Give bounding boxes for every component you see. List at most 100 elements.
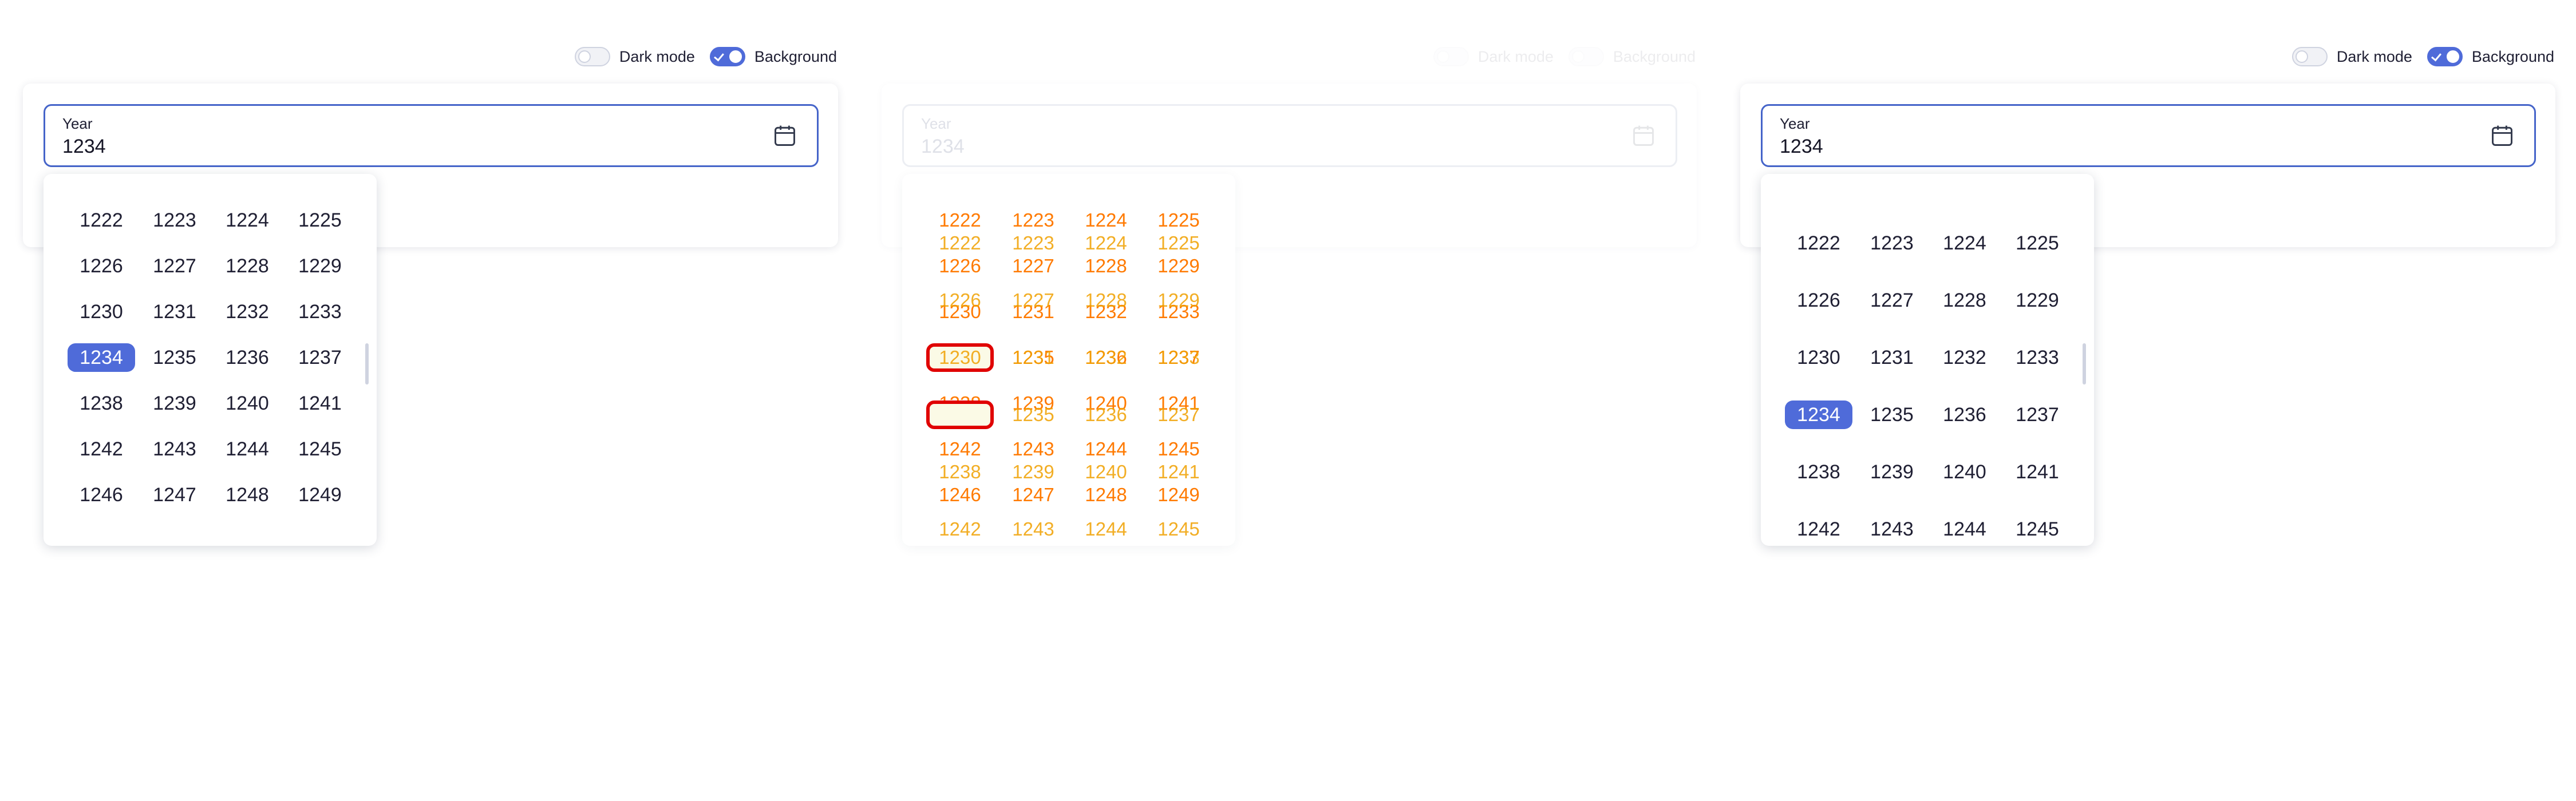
year-option[interactable]: 1240 [1072,458,1140,486]
year-option[interactable]: 1243 [141,435,208,463]
year-option[interactable]: 1237 [286,343,354,372]
year-option[interactable]: 1230 [68,298,135,326]
year-option[interactable]: 1227 [141,252,208,280]
year-option[interactable]: 1223 [1858,229,1926,257]
calendar-icon[interactable] [772,123,797,148]
background-switch[interactable] [709,47,745,66]
year-field-value[interactable]: 1234 [1780,136,1823,158]
background-label: Background [1613,47,1696,65]
year-option[interactable]: 1236 [1931,400,1998,429]
year-option[interactable]: 1241 [1145,458,1212,486]
year-option[interactable]: 1242 [68,435,135,463]
year-option[interactable]: 1227 [1858,286,1926,315]
year-option[interactable]: 1245 [1145,515,1212,544]
year-option[interactable]: 1222 [1785,229,1852,257]
year-option[interactable]: 1239 [141,389,208,418]
calendar-icon[interactable] [2490,123,2515,148]
year-option[interactable]: 1233 [1145,343,1212,372]
year-option[interactable]: 1232 [1931,343,1998,372]
year-option[interactable]: 1242 [926,515,994,544]
year-option[interactable]: 1223 [999,229,1067,257]
year-option[interactable]: 1236 [1072,400,1140,429]
year-option[interactable]: 1238 [1785,458,1852,486]
year-option[interactable]: 1225 [2004,229,2071,257]
year-option[interactable]: 1228 [1931,286,1998,315]
dark-mode-switch[interactable] [2291,47,2328,66]
year-option[interactable]: 1224 [1931,229,1998,257]
year-option[interactable]: 1228 [1072,286,1140,315]
scrollbar[interactable] [2083,343,2086,384]
year-option[interactable]: 1229 [1145,286,1212,315]
year-option[interactable]: 1235 [141,343,208,372]
year-option[interactable]: 1245 [2004,515,2071,544]
year-option[interactable]: 1246 [68,481,135,509]
year-option[interactable]: 1248 [214,481,281,509]
year-option[interactable]: 1243 [1858,515,1926,544]
calendar-icon[interactable] [1631,123,1656,148]
year-option[interactable]: 1223 [141,206,208,235]
year-option[interactable]: 1226 [926,286,994,315]
year-option[interactable]: 1231 [141,298,208,326]
dark-mode-switch[interactable] [1433,47,1469,66]
year-option[interactable]: 1235 [999,400,1067,429]
background-toggle[interactable]: Background [1568,47,1696,66]
year-option[interactable]: 1225 [1145,229,1212,257]
year-option[interactable]: 1235 [1858,400,1926,429]
year-option[interactable]: 1237 [2004,400,2071,429]
year-option[interactable]: 1231 [1858,343,1926,372]
background-toggle[interactable]: Background [2427,47,2554,66]
year-field-value[interactable]: 1234 [921,136,965,158]
year-option[interactable]: 1238 [926,458,994,486]
year-option[interactable]: 1225 [286,206,354,235]
year-option[interactable]: 1244 [1072,515,1140,544]
year-option[interactable]: 1229 [2004,286,2071,315]
year-option[interactable]: 1243 [999,515,1067,544]
year-option[interactable]: 1249 [286,481,354,509]
year-option[interactable]: 1236 [214,343,281,372]
year-option[interactable]: 1226 [68,252,135,280]
year-option[interactable]: 1224 [214,206,281,235]
year-option[interactable]: 1233 [2004,343,2071,372]
year-option[interactable]: 1240 [214,389,281,418]
year-field-value[interactable]: 1234 [62,136,106,158]
background-switch[interactable] [1568,47,1604,66]
year-option[interactable]: 1232 [1072,343,1140,372]
year-option[interactable]: 1234 [926,400,994,429]
year-field[interactable]: Year 1234 [1761,104,2536,167]
year-option[interactable]: 1239 [1858,458,1926,486]
year-option[interactable]: 1231 [999,343,1067,372]
year-option[interactable]: 1241 [286,389,354,418]
year-option[interactable]: 1238 [68,389,135,418]
year-option[interactable]: 1226 [1785,286,1852,315]
year-field[interactable]: Year 1234 [44,104,819,167]
year-option[interactable]: 1227 [999,286,1067,315]
year-option[interactable]: 1232 [214,298,281,326]
year-option[interactable]: 1241 [2004,458,2071,486]
year-option[interactable]: 1229 [286,252,354,280]
year-option[interactable]: 1234 [68,343,135,372]
year-option[interactable]: 1244 [1931,515,1998,544]
dark-mode-toggle[interactable]: Dark mode [2291,47,2412,66]
year-option[interactable]: 1230 [926,343,994,372]
year-option[interactable]: 1222 [926,229,994,257]
dark-mode-toggle[interactable]: Dark mode [574,47,695,66]
year-option[interactable]: 1247 [141,481,208,509]
scrollbar[interactable] [365,343,369,384]
dark-mode-switch[interactable] [574,47,610,66]
year-option[interactable]: 1245 [286,435,354,463]
year-option[interactable]: 1222 [68,206,135,235]
year-option[interactable]: 1239 [999,458,1067,486]
background-toggle[interactable]: Background [709,47,837,66]
background-switch[interactable] [2427,47,2463,66]
year-option[interactable]: 1233 [286,298,354,326]
year-option[interactable]: 1242 [1785,515,1852,544]
year-field[interactable]: Year 1234 [902,104,1677,167]
year-option[interactable]: 1237 [1145,400,1212,429]
dark-mode-toggle[interactable]: Dark mode [1433,47,1554,66]
year-option[interactable]: 1244 [214,435,281,463]
year-option[interactable]: 1228 [214,252,281,280]
year-option[interactable]: 1224 [1072,229,1140,257]
year-option[interactable]: 1230 [1785,343,1852,372]
year-option[interactable]: 1234 [1785,400,1852,429]
year-option[interactable]: 1240 [1931,458,1998,486]
